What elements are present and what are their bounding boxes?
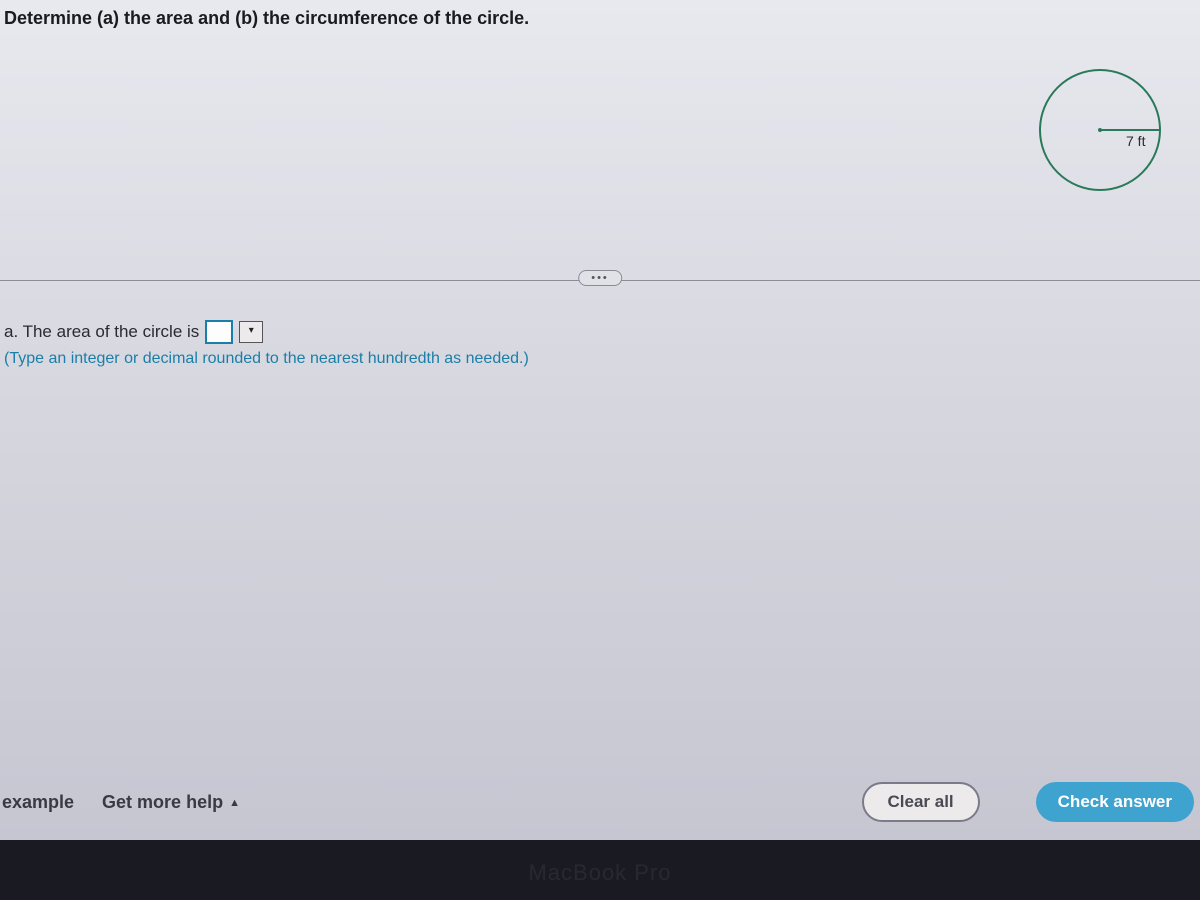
get-more-help-label: Get more help: [102, 792, 223, 813]
question-area: Determine (a) the area and (b) the circu…: [0, 0, 1200, 830]
part-a-hint: (Type an integer or decimal rounded to t…: [4, 350, 1190, 368]
example-button[interactable]: example: [2, 792, 74, 813]
get-more-help-button[interactable]: Get more help ▲: [102, 792, 240, 813]
clear-all-button[interactable]: Clear all: [862, 782, 980, 822]
expand-pill[interactable]: •••: [578, 270, 622, 286]
footer-bar: example Get more help ▲ Clear all Check …: [0, 774, 1200, 830]
question-prompt: Determine (a) the area and (b) the circu…: [0, 0, 1200, 29]
radius-label: 7 ft: [1126, 133, 1146, 149]
answer-area: a. The area of the circle is (Type an in…: [4, 320, 1190, 368]
check-answer-button[interactable]: Check answer: [1036, 782, 1194, 822]
caret-up-icon: ▲: [229, 797, 240, 809]
area-input[interactable]: [205, 320, 233, 344]
circle-diagram: 7 ft: [1030, 50, 1170, 210]
unit-dropdown[interactable]: [239, 321, 263, 343]
part-a-line: a. The area of the circle is: [4, 320, 1190, 344]
part-a-prefix: a. The area of the circle is: [4, 322, 199, 342]
device-branding: MacBook Pro: [528, 860, 671, 886]
